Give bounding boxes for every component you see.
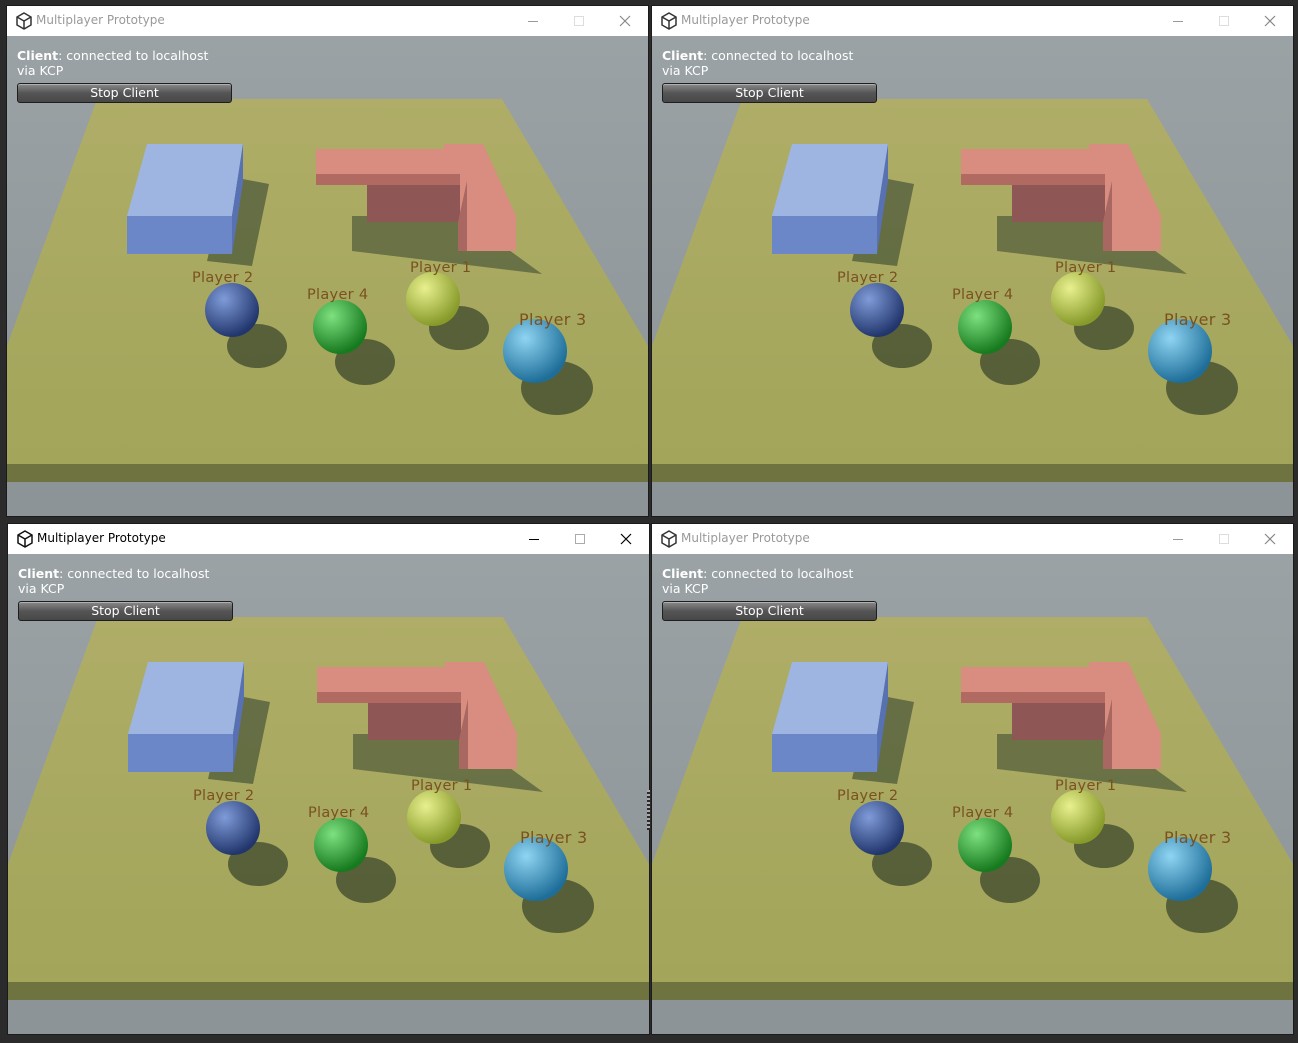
player-3-label: Player 3 bbox=[1164, 310, 1232, 329]
maximize-button[interactable] bbox=[556, 6, 602, 36]
title-bar[interactable]: Multiplayer Prototype bbox=[8, 524, 649, 554]
game-window-3[interactable]: Multiplayer Prototype Player 2 Player 4 … bbox=[8, 524, 649, 1034]
maximize-icon bbox=[1219, 534, 1229, 544]
unity-logo-icon bbox=[16, 12, 32, 30]
game-viewport[interactable] bbox=[652, 36, 1293, 516]
maximize-button[interactable] bbox=[1201, 6, 1247, 36]
connection-status: Client: connected to localhost via KCP bbox=[17, 48, 227, 78]
minimize-icon bbox=[1173, 539, 1183, 540]
player-4-label: Player 4 bbox=[952, 287, 1014, 303]
player-4-sphere[interactable] bbox=[314, 818, 368, 872]
connection-status: Client: connected to localhost via KCP bbox=[662, 48, 872, 78]
minimize-button[interactable] bbox=[510, 6, 556, 36]
minimize-icon bbox=[528, 21, 538, 22]
stop-client-button[interactable]: Stop Client bbox=[18, 601, 233, 621]
connection-status: Client: connected to localhost via KCP bbox=[662, 566, 872, 596]
player-2-label: Player 2 bbox=[193, 788, 255, 804]
connection-status: Client: connected to localhost via KCP bbox=[18, 566, 228, 596]
player-1-label: Player 1 bbox=[410, 260, 472, 276]
close-icon bbox=[1264, 15, 1276, 27]
unity-logo-icon bbox=[661, 530, 677, 548]
maximize-button[interactable] bbox=[557, 524, 603, 554]
close-button[interactable] bbox=[1247, 6, 1293, 36]
player-2-sphere[interactable] bbox=[206, 801, 260, 855]
player-2-sphere[interactable] bbox=[205, 283, 259, 337]
maximize-icon bbox=[1219, 16, 1229, 26]
close-button[interactable] bbox=[1247, 524, 1293, 554]
player-4-sphere[interactable] bbox=[313, 300, 367, 354]
stop-client-button[interactable]: Stop Client bbox=[662, 601, 877, 621]
game-window-4[interactable]: Multiplayer Prototype Player 2 Player 4 … bbox=[652, 524, 1293, 1034]
player-4-sphere[interactable] bbox=[958, 818, 1012, 872]
network-hud: Client: connected to localhost via KCP S… bbox=[662, 566, 902, 621]
blue-box bbox=[772, 662, 888, 772]
network-hud: Client: connected to localhost via KCP S… bbox=[662, 48, 902, 103]
close-button[interactable] bbox=[603, 524, 649, 554]
blue-box bbox=[772, 144, 888, 254]
maximize-button[interactable] bbox=[1201, 524, 1247, 554]
close-button[interactable] bbox=[602, 6, 648, 36]
window-title: Multiplayer Prototype bbox=[681, 13, 810, 27]
player-1-sphere[interactable] bbox=[1051, 272, 1105, 326]
minimize-button[interactable] bbox=[1155, 524, 1201, 554]
game-viewport[interactable] bbox=[8, 554, 649, 1034]
window-title: Multiplayer Prototype bbox=[36, 13, 165, 27]
player-4-label: Player 4 bbox=[952, 805, 1014, 821]
player-2-label: Player 2 bbox=[837, 788, 899, 804]
player-1-sphere[interactable] bbox=[406, 272, 460, 326]
blue-box bbox=[127, 144, 243, 254]
game-viewport[interactable] bbox=[7, 36, 648, 516]
minimize-icon bbox=[1173, 21, 1183, 22]
maximize-icon bbox=[574, 16, 584, 26]
player-1-label: Player 1 bbox=[1055, 260, 1117, 276]
player-2-label: Player 2 bbox=[192, 270, 254, 286]
window-resize-handle[interactable] bbox=[647, 790, 650, 830]
status-prefix: Client bbox=[17, 48, 59, 63]
player-3-label: Player 3 bbox=[1164, 828, 1232, 847]
player-2-sphere[interactable] bbox=[850, 801, 904, 855]
network-hud: Client: connected to localhost via KCP S… bbox=[18, 566, 258, 621]
close-icon bbox=[619, 15, 631, 27]
player-1-sphere[interactable] bbox=[1051, 790, 1105, 844]
player-4-sphere[interactable] bbox=[958, 300, 1012, 354]
game-window-2[interactable]: Multiplayer Prototype Player 2 Player 4 … bbox=[652, 6, 1293, 516]
player-3-label: Player 3 bbox=[520, 828, 588, 847]
status-prefix: Client bbox=[662, 566, 704, 581]
blue-box bbox=[128, 662, 244, 772]
minimize-button[interactable] bbox=[1155, 6, 1201, 36]
minimize-icon bbox=[529, 539, 539, 540]
ground-edge bbox=[7, 464, 648, 482]
player-2-sphere[interactable] bbox=[850, 283, 904, 337]
stop-client-button[interactable]: Stop Client bbox=[17, 83, 232, 103]
minimize-button[interactable] bbox=[511, 524, 557, 554]
player-4-label: Player 4 bbox=[308, 805, 370, 821]
close-icon bbox=[620, 533, 632, 545]
ground-edge bbox=[652, 982, 1293, 1000]
close-icon bbox=[1264, 533, 1276, 545]
player-1-sphere[interactable] bbox=[407, 790, 461, 844]
ground-edge bbox=[8, 982, 649, 1000]
player-1-label: Player 1 bbox=[411, 778, 473, 794]
stop-client-button[interactable]: Stop Client bbox=[662, 83, 877, 103]
unity-logo-icon bbox=[17, 530, 33, 548]
title-bar[interactable]: Multiplayer Prototype bbox=[7, 6, 648, 36]
player-4-label: Player 4 bbox=[307, 287, 369, 303]
window-title: Multiplayer Prototype bbox=[37, 531, 166, 545]
window-title: Multiplayer Prototype bbox=[681, 531, 810, 545]
unity-logo-icon bbox=[661, 12, 677, 30]
player-1-label: Player 1 bbox=[1055, 778, 1117, 794]
title-bar[interactable]: Multiplayer Prototype bbox=[652, 6, 1293, 36]
game-window-1[interactable]: Multiplayer Prototype Player 2 Player 4 … bbox=[7, 6, 648, 516]
status-prefix: Client bbox=[662, 48, 704, 63]
network-hud: Client: connected to localhost via KCP S… bbox=[17, 48, 257, 103]
maximize-icon bbox=[575, 534, 585, 544]
title-bar[interactable]: Multiplayer Prototype bbox=[652, 524, 1293, 554]
player-3-label: Player 3 bbox=[519, 310, 587, 329]
ground-edge bbox=[652, 464, 1293, 482]
player-2-label: Player 2 bbox=[837, 270, 899, 286]
game-viewport[interactable] bbox=[652, 554, 1293, 1034]
status-prefix: Client bbox=[18, 566, 60, 581]
